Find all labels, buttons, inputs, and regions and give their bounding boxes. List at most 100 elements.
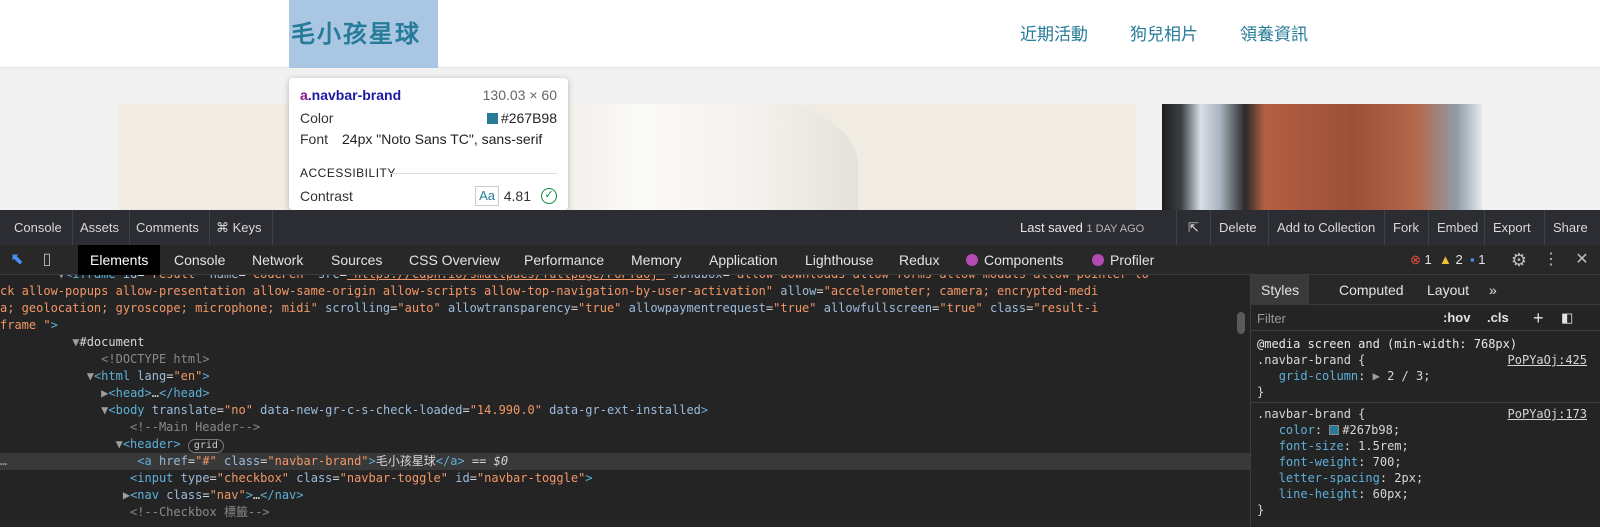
tooltip-color-label: Color bbox=[300, 110, 334, 126]
tab-css-overview[interactable]: CSS Overview bbox=[409, 245, 500, 275]
dom-line-selected[interactable]: … <a href="#" class="navbar-brand">毛小孩星球… bbox=[0, 453, 1250, 470]
declaration[interactable]: line-height: 60px; bbox=[1257, 486, 1597, 502]
close-icon[interactable]: ✕ bbox=[1571, 245, 1593, 275]
declaration[interactable]: color: #267b98; bbox=[1257, 422, 1597, 438]
issue-counters[interactable]: ⊗ 1 ▲ 2 ▪ 1 bbox=[1410, 245, 1485, 275]
selector-text: .navbar-brand { bbox=[1257, 353, 1366, 367]
property-value: 700 bbox=[1372, 455, 1395, 469]
external-link-icon[interactable]: ⇱ bbox=[1176, 210, 1210, 245]
dom-line[interactable]: frame "> bbox=[0, 317, 1250, 334]
tooltip-contrast-row: Contrast Aa 4.81 ✓ bbox=[300, 186, 557, 206]
rule-selector[interactable]: .navbar-brand { PoPYaOj:425 bbox=[1257, 352, 1597, 368]
error-icon: ⊗ bbox=[1410, 252, 1421, 267]
inspect-element-icon[interactable]: ⬉ bbox=[6, 245, 28, 275]
tab-styles[interactable]: Styles bbox=[1251, 275, 1310, 305]
tooltip-size: 130.03 × 60 bbox=[482, 87, 557, 103]
export-button[interactable]: Export bbox=[1484, 210, 1539, 245]
more-tabs-icon[interactable]: » bbox=[1489, 275, 1497, 305]
declaration[interactable]: font-weight: 700; bbox=[1257, 454, 1597, 470]
tab-elements[interactable]: Elements bbox=[78, 245, 161, 275]
declaration[interactable]: font-size: 1.5rem; bbox=[1257, 438, 1597, 454]
dom-line[interactable]: ck allow-popups allow-presentation allow… bbox=[0, 283, 1250, 300]
delete-button[interactable]: Delete bbox=[1210, 210, 1265, 245]
tooltip-color-row: Color #267B98 bbox=[300, 108, 557, 128]
tooltip-font-label: Font bbox=[300, 131, 329, 147]
page: 毛小孩星球 近期活動 狗兒相片 領養資訊 a.navbar-brand 130.… bbox=[0, 0, 1600, 527]
info-count: 1 bbox=[1478, 252, 1486, 267]
last-saved: Last saved 1 DAY AGO bbox=[1020, 210, 1144, 247]
inspect-tooltip: a.navbar-brand 130.03 × 60 Color #267B98… bbox=[289, 78, 568, 210]
toggle-sidebar-icon[interactable]: ◧ bbox=[1561, 305, 1573, 331]
tooltip-font-value: 24px "Noto Sans TC", sans-serif bbox=[342, 131, 543, 147]
tooltip-title: a.navbar-brand 130.03 × 60 bbox=[300, 85, 557, 105]
device-toolbar-icon[interactable]: ▯ bbox=[36, 245, 58, 275]
scrollbar[interactable] bbox=[1237, 312, 1245, 334]
color-swatch-icon[interactable] bbox=[1329, 425, 1340, 435]
source-link[interactable]: PoPYaOj:173 bbox=[1508, 406, 1587, 422]
tab-console[interactable]: Console bbox=[174, 245, 225, 275]
add-to-collection-button[interactable]: Add to Collection bbox=[1268, 210, 1383, 245]
dom-line[interactable]: a; geolocation; gyroscope; microphone; m… bbox=[0, 300, 1250, 317]
filter-row: :hov .cls + ◧ bbox=[1251, 305, 1600, 331]
keys-button[interactable]: ⌘ Keys bbox=[206, 210, 273, 245]
tooltip-color-value: #267B98 bbox=[500, 110, 557, 126]
comments-button[interactable]: Comments bbox=[126, 210, 210, 245]
tab-application[interactable]: Application bbox=[709, 245, 778, 275]
dom-line[interactable]: ▼#document bbox=[0, 334, 1250, 351]
dom-line[interactable]: <input type="checkbox" class="navbar-tog… bbox=[0, 470, 1250, 487]
declaration[interactable]: grid-column: ▶ 2 / 3; bbox=[1257, 368, 1597, 384]
rule-selector[interactable]: .navbar-brand {PoPYaOj:173 bbox=[1257, 406, 1597, 422]
last-saved-time: 1 DAY AGO bbox=[1086, 223, 1145, 235]
embed-button[interactable]: Embed bbox=[1428, 210, 1486, 245]
react-icon bbox=[966, 254, 978, 266]
console-button[interactable]: Console bbox=[4, 210, 73, 245]
dom-line[interactable]: ▼<body translate="no" data-new-gr-c-s-ch… bbox=[0, 402, 1250, 419]
tab-profiler[interactable]: Profiler bbox=[1092, 245, 1154, 275]
dom-line[interactable]: ▼<html lang="en"> bbox=[0, 368, 1250, 385]
elements-tree[interactable]: ▼<iframe id="result" name="CodePen" src=… bbox=[0, 275, 1250, 527]
more-options-icon[interactable]: ⋮ bbox=[1540, 245, 1562, 275]
color-swatch-icon bbox=[486, 113, 498, 124]
hov-toggle[interactable]: :hov bbox=[1443, 305, 1470, 331]
source-link[interactable]: PoPYaOj:425 bbox=[1508, 352, 1587, 368]
tab-memory[interactable]: Memory bbox=[631, 245, 682, 275]
tab-layout[interactable]: Layout bbox=[1427, 275, 1469, 305]
tab-redux[interactable]: Redux bbox=[899, 245, 939, 275]
tab-network[interactable]: Network bbox=[252, 245, 303, 275]
dom-line[interactable]: <!--Checkbox 標籤--> bbox=[0, 504, 1250, 521]
site-header: 毛小孩星球 近期活動 狗兒相片 領養資訊 bbox=[0, 0, 1600, 68]
divider bbox=[1251, 402, 1600, 403]
tab-sources[interactable]: Sources bbox=[331, 245, 382, 275]
add-rule-icon[interactable]: + bbox=[1533, 305, 1544, 331]
nav-link-adoption[interactable]: 領養資訊 bbox=[1240, 0, 1308, 68]
nav-link-events[interactable]: 近期活動 bbox=[1020, 0, 1088, 68]
message-icon: ▪ bbox=[1469, 252, 1475, 267]
assets-button[interactable]: Assets bbox=[70, 210, 131, 245]
property-value: 60px bbox=[1372, 487, 1402, 501]
tab-components[interactable]: Components bbox=[966, 245, 1063, 275]
dom-line[interactable]: ▶<head>…</head> bbox=[0, 385, 1250, 402]
tooltip-tag: a bbox=[300, 87, 308, 103]
styles-pane: Styles Computed Layout » :hov .cls + ◧ @… bbox=[1250, 275, 1600, 527]
dom-line[interactable]: ▶<nav class="nav">…</nav> bbox=[0, 487, 1250, 504]
property-name: font-size bbox=[1278, 439, 1344, 453]
dom-line[interactable]: ▼<header> grid bbox=[0, 436, 1250, 453]
cls-toggle[interactable]: .cls bbox=[1487, 305, 1509, 331]
share-button[interactable]: Share bbox=[1544, 210, 1596, 245]
dom-line[interactable]: ▼<iframe id="result" name="CodePen" src=… bbox=[0, 275, 1250, 283]
side-image bbox=[1162, 104, 1482, 210]
tab-performance[interactable]: Performance bbox=[524, 245, 604, 275]
gear-icon[interactable]: ⚙ bbox=[1508, 245, 1530, 275]
tab-computed[interactable]: Computed bbox=[1339, 275, 1404, 305]
dom-line[interactable]: <!DOCTYPE html> bbox=[0, 351, 1250, 368]
property-value: 2px bbox=[1394, 471, 1416, 485]
styles-filter-input[interactable] bbox=[1257, 308, 1417, 328]
navbar-brand[interactable]: 毛小孩星球 bbox=[291, 0, 421, 68]
property-name: color bbox=[1278, 423, 1315, 437]
tab-lighthouse[interactable]: Lighthouse bbox=[805, 245, 874, 275]
property-name: grid-column bbox=[1278, 369, 1359, 383]
fork-button[interactable]: Fork bbox=[1384, 210, 1427, 245]
dom-line[interactable]: <!--Main Header--> bbox=[0, 419, 1250, 436]
nav-link-photos[interactable]: 狗兒相片 bbox=[1130, 0, 1198, 68]
declaration[interactable]: letter-spacing: 2px; bbox=[1257, 470, 1597, 486]
